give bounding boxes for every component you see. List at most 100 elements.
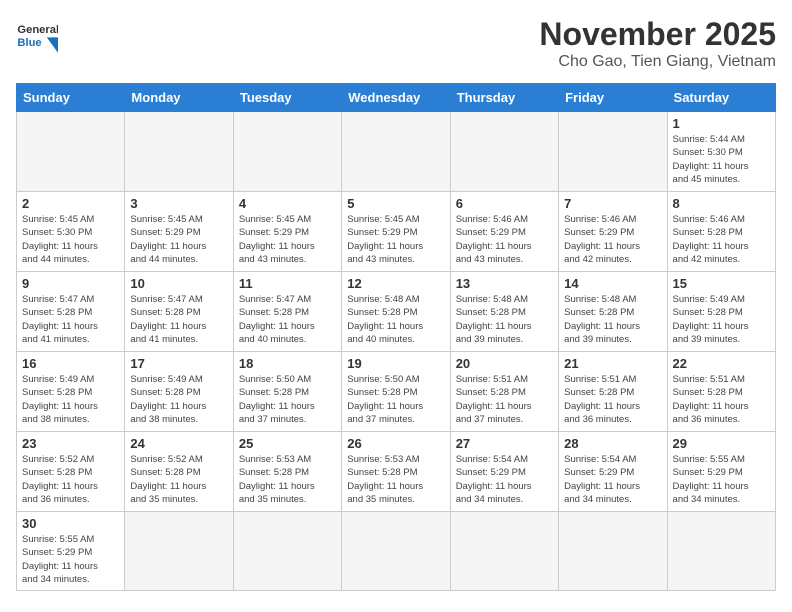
weekday-header-row: SundayMondayTuesdayWednesdayThursdayFrid… — [17, 84, 776, 112]
day-number: 21 — [564, 356, 661, 371]
calendar-cell: 8 Sunrise: 5:46 AM Sunset: 5:28 PM Daylig… — [667, 192, 775, 272]
day-number: 19 — [347, 356, 444, 371]
calendar-cell: 15Sunrise: 5:49 AM Sunset: 5:28 PM Dayli… — [667, 272, 775, 352]
day-info: Sunrise: 5:45 AM Sunset: 5:29 PM Dayligh… — [347, 213, 444, 266]
day-info: Sunrise: 5:49 AM Sunset: 5:28 PM Dayligh… — [130, 373, 227, 426]
calendar-cell: 19Sunrise: 5:50 AM Sunset: 5:28 PM Dayli… — [342, 352, 450, 432]
weekday-header-saturday: Saturday — [667, 84, 775, 112]
day-number: 13 — [456, 276, 553, 291]
calendar-cell — [233, 512, 341, 591]
calendar-cell — [559, 512, 667, 591]
weekday-header-sunday: Sunday — [17, 84, 125, 112]
day-number: 5 — [347, 196, 444, 211]
day-info: Sunrise: 5:48 AM Sunset: 5:28 PM Dayligh… — [564, 293, 661, 346]
day-info: Sunrise: 5:54 AM Sunset: 5:29 PM Dayligh… — [564, 453, 661, 506]
calendar-cell: 13 Sunrise: 5:48 AM Sunset: 5:28 PM Dayli… — [450, 272, 558, 352]
title-area: November 2025 Cho Gao, Tien Giang, Vietn… — [539, 16, 776, 71]
day-info: Sunrise: 5:47 AM Sunset: 5:28 PM Dayligh… — [22, 293, 119, 346]
day-info: Sunrise: 5:47 AM Sunset: 5:28 PM Dayligh… — [239, 293, 336, 346]
calendar-cell: 6 Sunrise: 5:46 AM Sunset: 5:29 PM Daylig… — [450, 192, 558, 272]
calendar-cell — [125, 512, 233, 591]
weekday-header-monday: Monday — [125, 84, 233, 112]
day-number: 8 — [673, 196, 770, 211]
day-info: Sunrise: 5:55 AM Sunset: 5:29 PM Dayligh… — [673, 453, 770, 506]
calendar-cell — [17, 112, 125, 192]
calendar-cell: 5 Sunrise: 5:45 AM Sunset: 5:29 PM Daylig… — [342, 192, 450, 272]
day-number: 28 — [564, 436, 661, 451]
calendar-cell: 1Sunrise: 5:44 AM Sunset: 5:30 PM Daylig… — [667, 112, 775, 192]
day-info: Sunrise: 5:45 AM Sunset: 5:30 PM Dayligh… — [22, 213, 119, 266]
day-number: 29 — [673, 436, 770, 451]
svg-text:Blue: Blue — [17, 37, 41, 49]
day-info: Sunrise: 5:46 AM Sunset: 5:29 PM Dayligh… — [456, 213, 553, 266]
calendar-cell — [559, 112, 667, 192]
calendar-cell: 10 Sunrise: 5:47 AM Sunset: 5:28 PM Dayli… — [125, 272, 233, 352]
calendar-week-row: 1Sunrise: 5:44 AM Sunset: 5:30 PM Daylig… — [17, 112, 776, 192]
calendar-cell: 25Sunrise: 5:53 AM Sunset: 5:28 PM Dayli… — [233, 432, 341, 512]
calendar-cell: 24 Sunrise: 5:52 AM Sunset: 5:28 PM Dayli… — [125, 432, 233, 512]
day-info: Sunrise: 5:49 AM Sunset: 5:28 PM Dayligh… — [22, 373, 119, 426]
day-info: Sunrise: 5:52 AM Sunset: 5:28 PM Dayligh… — [130, 453, 227, 506]
calendar-cell: 21 Sunrise: 5:51 AM Sunset: 5:28 PM Dayli… — [559, 352, 667, 432]
day-info: Sunrise: 5:46 AM Sunset: 5:28 PM Dayligh… — [673, 213, 770, 266]
day-number: 22 — [673, 356, 770, 371]
calendar-cell: 29 Sunrise: 5:55 AM Sunset: 5:29 PM Dayli… — [667, 432, 775, 512]
day-info: Sunrise: 5:53 AM Sunset: 5:28 PM Dayligh… — [347, 453, 444, 506]
day-number: 7 — [564, 196, 661, 211]
calendar-table: SundayMondayTuesdayWednesdayThursdayFrid… — [16, 83, 776, 591]
weekday-header-wednesday: Wednesday — [342, 84, 450, 112]
calendar-cell — [667, 512, 775, 591]
day-number: 24 — [130, 436, 227, 451]
day-info: Sunrise: 5:52 AM Sunset: 5:28 PM Dayligh… — [22, 453, 119, 506]
calendar-cell: 22 Sunrise: 5:51 AM Sunset: 5:28 PM Dayli… — [667, 352, 775, 432]
day-info: Sunrise: 5:51 AM Sunset: 5:28 PM Dayligh… — [673, 373, 770, 426]
day-number: 23 — [22, 436, 119, 451]
day-number: 16 — [22, 356, 119, 371]
day-number: 30 — [22, 516, 119, 531]
calendar-cell: 4Sunrise: 5:45 AM Sunset: 5:29 PM Daylig… — [233, 192, 341, 272]
calendar-cell: 28 Sunrise: 5:54 AM Sunset: 5:29 PM Dayli… — [559, 432, 667, 512]
day-info: Sunrise: 5:47 AM Sunset: 5:28 PM Dayligh… — [130, 293, 227, 346]
day-number: 20 — [456, 356, 553, 371]
calendar-cell: 18Sunrise: 5:50 AM Sunset: 5:28 PM Dayli… — [233, 352, 341, 432]
day-number: 9 — [22, 276, 119, 291]
calendar-cell: 16 Sunrise: 5:49 AM Sunset: 5:28 PM Dayli… — [17, 352, 125, 432]
day-info: Sunrise: 5:51 AM Sunset: 5:28 PM Dayligh… — [564, 373, 661, 426]
day-info: Sunrise: 5:45 AM Sunset: 5:29 PM Dayligh… — [130, 213, 227, 266]
header: General Blue November 2025 Cho Gao, Tien… — [16, 16, 776, 71]
day-number: 18 — [239, 356, 336, 371]
day-number: 2 — [22, 196, 119, 211]
calendar-cell — [342, 512, 450, 591]
day-number: 10 — [130, 276, 227, 291]
weekday-header-thursday: Thursday — [450, 84, 558, 112]
weekday-header-tuesday: Tuesday — [233, 84, 341, 112]
calendar-cell: 30 Sunrise: 5:55 AM Sunset: 5:29 PM Dayli… — [17, 512, 125, 591]
calendar-cell: 20 Sunrise: 5:51 AM Sunset: 5:28 PM Dayli… — [450, 352, 558, 432]
calendar-cell: 9 Sunrise: 5:47 AM Sunset: 5:28 PM Daylig… — [17, 272, 125, 352]
calendar-cell — [450, 512, 558, 591]
calendar-cell: 11 Sunrise: 5:47 AM Sunset: 5:28 PM Dayli… — [233, 272, 341, 352]
calendar-cell — [342, 112, 450, 192]
day-number: 12 — [347, 276, 444, 291]
day-info: Sunrise: 5:54 AM Sunset: 5:29 PM Dayligh… — [456, 453, 553, 506]
day-info: Sunrise: 5:44 AM Sunset: 5:30 PM Dayligh… — [673, 133, 770, 186]
calendar-cell: 3Sunrise: 5:45 AM Sunset: 5:29 PM Daylig… — [125, 192, 233, 272]
svg-text:General: General — [17, 24, 58, 36]
weekday-header-friday: Friday — [559, 84, 667, 112]
day-info: Sunrise: 5:48 AM Sunset: 5:28 PM Dayligh… — [456, 293, 553, 346]
calendar-cell — [125, 112, 233, 192]
location-title: Cho Gao, Tien Giang, Vietnam — [539, 53, 776, 71]
day-number: 25 — [239, 436, 336, 451]
calendar-cell: 26Sunrise: 5:53 AM Sunset: 5:28 PM Dayli… — [342, 432, 450, 512]
calendar-cell: 2 Sunrise: 5:45 AM Sunset: 5:30 PM Daylig… — [17, 192, 125, 272]
calendar-cell: 17Sunrise: 5:49 AM Sunset: 5:28 PM Dayli… — [125, 352, 233, 432]
day-info: Sunrise: 5:51 AM Sunset: 5:28 PM Dayligh… — [456, 373, 553, 426]
generalblue-logo-icon: General Blue — [16, 16, 58, 58]
day-number: 6 — [456, 196, 553, 211]
day-number: 4 — [239, 196, 336, 211]
calendar-week-row: 23 Sunrise: 5:52 AM Sunset: 5:28 PM Dayli… — [17, 432, 776, 512]
day-number: 11 — [239, 276, 336, 291]
calendar-week-row: 16 Sunrise: 5:49 AM Sunset: 5:28 PM Dayli… — [17, 352, 776, 432]
month-title: November 2025 — [539, 16, 776, 53]
day-info: Sunrise: 5:55 AM Sunset: 5:29 PM Dayligh… — [22, 533, 119, 586]
